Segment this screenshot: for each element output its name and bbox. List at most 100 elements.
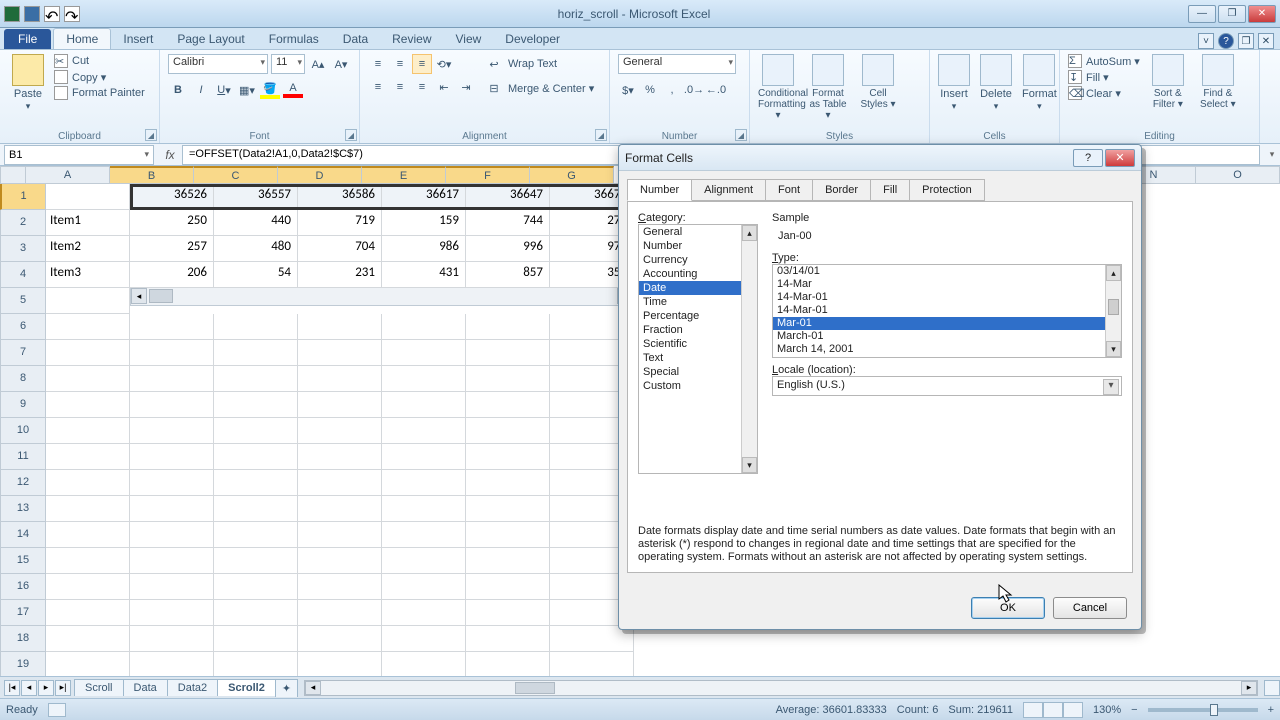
cell-C9[interactable]: [214, 392, 298, 418]
cell-B9[interactable]: [130, 392, 214, 418]
cell-D3[interactable]: 704: [298, 236, 382, 262]
increase-decimal-button[interactable]: .0→: [684, 80, 704, 100]
cell-B19[interactable]: [130, 652, 214, 678]
format-cells-button[interactable]: Format▾: [1022, 54, 1057, 112]
align-top-button[interactable]: ≡: [368, 54, 388, 74]
cell-E8[interactable]: [382, 366, 466, 392]
row-header-11[interactable]: 11: [0, 444, 46, 470]
cell-C14[interactable]: [214, 522, 298, 548]
cut-button[interactable]: ✂Cut: [54, 54, 145, 68]
cell-B8[interactable]: [130, 366, 214, 392]
next-sheet-button[interactable]: ▸: [38, 680, 54, 696]
cell-B2[interactable]: 250: [130, 210, 214, 236]
number-format-combo[interactable]: General: [618, 54, 736, 74]
cell-F7[interactable]: [466, 340, 550, 366]
row-header-9[interactable]: 9: [0, 392, 46, 418]
category-option-percentage[interactable]: Percentage: [639, 309, 757, 323]
cell-A7[interactable]: [46, 340, 130, 366]
category-option-general[interactable]: General: [639, 225, 757, 239]
font-size-combo[interactable]: 11: [271, 54, 305, 74]
row-header-6[interactable]: 6: [0, 314, 46, 340]
row-header-17[interactable]: 17: [0, 600, 46, 626]
shrink-font-button[interactable]: A▾: [331, 54, 351, 74]
find-select-button[interactable]: Find & Select ▾: [1198, 54, 1238, 110]
cell-F11[interactable]: [466, 444, 550, 470]
col-header-B[interactable]: B: [110, 166, 194, 184]
cell-F18[interactable]: [466, 626, 550, 652]
cell-B1[interactable]: 36526: [130, 184, 214, 210]
cell-B16[interactable]: [130, 574, 214, 600]
cell-A13[interactable]: [46, 496, 130, 522]
cell-E10[interactable]: [382, 418, 466, 444]
cell-C4[interactable]: 54: [214, 262, 298, 288]
bold-button[interactable]: B: [168, 80, 188, 100]
dialog-help-button[interactable]: ?: [1073, 149, 1103, 167]
cell-F12[interactable]: [466, 470, 550, 496]
dialog-tab-number[interactable]: Number: [627, 179, 692, 201]
cell-D7[interactable]: [298, 340, 382, 366]
category-option-special[interactable]: Special: [639, 365, 757, 379]
sheet-tab-data[interactable]: Data: [123, 679, 168, 696]
cell-F13[interactable]: [466, 496, 550, 522]
col-header-E[interactable]: E: [362, 166, 446, 184]
italic-button[interactable]: I: [191, 80, 211, 100]
cell-E14[interactable]: [382, 522, 466, 548]
locale-combo[interactable]: English (U.S.): [772, 376, 1122, 396]
cell-E3[interactable]: 986: [382, 236, 466, 262]
cell-D11[interactable]: [298, 444, 382, 470]
embedded-scrollbar[interactable]: ◂▸: [130, 288, 634, 306]
category-option-time[interactable]: Time: [639, 295, 757, 309]
horizontal-scrollbar[interactable]: ◂ ▸: [304, 680, 1258, 696]
cell-A10[interactable]: [46, 418, 130, 444]
cell-C19[interactable]: [214, 652, 298, 678]
col-header-G[interactable]: G: [530, 166, 614, 184]
cell-A18[interactable]: [46, 626, 130, 652]
tab-view[interactable]: View: [444, 29, 494, 49]
type-option[interactable]: March-01: [773, 330, 1121, 343]
category-option-text[interactable]: Text: [639, 351, 757, 365]
category-option-custom[interactable]: Custom: [639, 379, 757, 393]
type-option[interactable]: 14-Mar-01: [773, 291, 1121, 304]
cell-C3[interactable]: 480: [214, 236, 298, 262]
insert-cells-button[interactable]: Insert▾: [938, 54, 970, 112]
col-header-A[interactable]: A: [26, 166, 110, 184]
page-layout-view-button[interactable]: [1043, 702, 1063, 718]
select-all-corner[interactable]: [0, 166, 26, 184]
format-as-table-button[interactable]: Format as Table ▾: [808, 54, 848, 121]
category-option-number[interactable]: Number: [639, 239, 757, 253]
cell-E7[interactable]: [382, 340, 466, 366]
align-bottom-button[interactable]: ≡: [412, 54, 432, 74]
zoom-out-button[interactable]: −: [1131, 704, 1137, 716]
cell-A19[interactable]: [46, 652, 130, 678]
cell-B17[interactable]: [130, 600, 214, 626]
type-option[interactable]: 03/14/01: [773, 265, 1121, 278]
zoom-in-button[interactable]: +: [1268, 704, 1274, 716]
cell-A17[interactable]: [46, 600, 130, 626]
align-left-button[interactable]: ≡: [368, 77, 388, 97]
wrap-text-button[interactable]: ↩Wrap Text: [484, 54, 594, 74]
scroll-down-icon[interactable]: ▾: [1106, 341, 1121, 357]
close-button[interactable]: ✕: [1248, 5, 1276, 23]
zoom-slider-knob[interactable]: [1210, 704, 1218, 716]
page-break-view-button[interactable]: [1063, 702, 1083, 718]
cell-D1[interactable]: 36586: [298, 184, 382, 210]
fill-button[interactable]: ↧Fill ▾: [1068, 70, 1140, 84]
type-option[interactable]: 14-Mar: [773, 278, 1121, 291]
cell-A9[interactable]: [46, 392, 130, 418]
align-center-button[interactable]: ≡: [390, 77, 410, 97]
cell-D9[interactable]: [298, 392, 382, 418]
cell-A14[interactable]: [46, 522, 130, 548]
tab-review[interactable]: Review: [380, 29, 443, 49]
row-header-3[interactable]: 3: [0, 236, 46, 262]
col-header-F[interactable]: F: [446, 166, 530, 184]
cell-C15[interactable]: [214, 548, 298, 574]
delete-cells-button[interactable]: Delete▾: [980, 54, 1012, 112]
cell-A3[interactable]: Item2: [46, 236, 130, 262]
cell-D17[interactable]: [298, 600, 382, 626]
cancel-button[interactable]: Cancel: [1053, 597, 1127, 619]
orientation-button[interactable]: ⟲▾: [434, 54, 454, 74]
cell-D16[interactable]: [298, 574, 382, 600]
cell-F15[interactable]: [466, 548, 550, 574]
tab-insert[interactable]: Insert: [111, 29, 165, 49]
cell-C1[interactable]: 36557: [214, 184, 298, 210]
